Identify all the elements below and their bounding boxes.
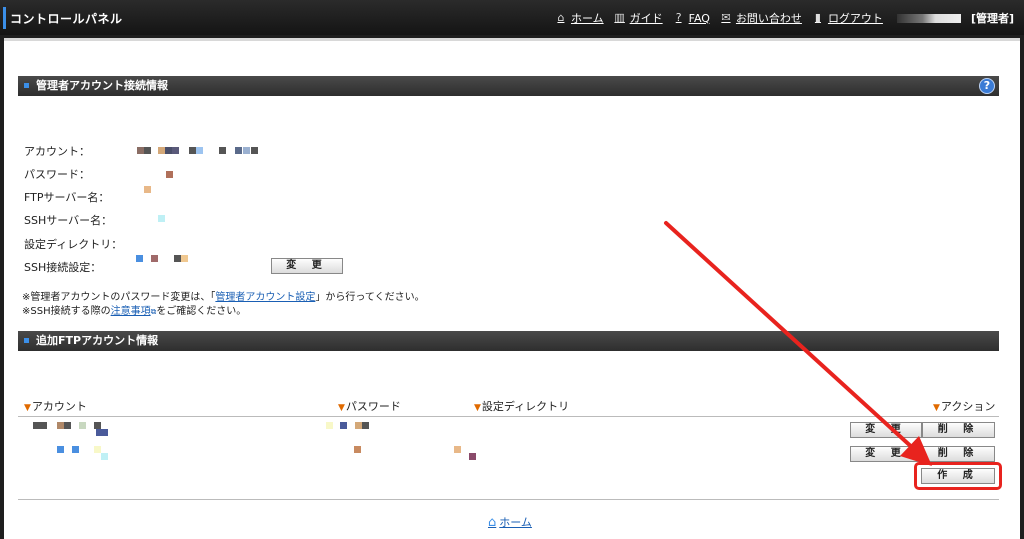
mail-icon: ✉ (721, 11, 731, 24)
help-icon[interactable]: ? (979, 78, 995, 94)
nav-contact-link[interactable]: ✉ お問い合わせ (720, 10, 802, 26)
ssh-caution-note: ※SSH接続する際の注意事項⧉をご確認ください。 (22, 306, 247, 317)
logout-icon: ▮ (814, 11, 821, 24)
footer-home-label: ホーム (499, 516, 532, 529)
nav-guide-label: ガイド (629, 12, 663, 25)
nav-faq-link[interactable]: ? FAQ (673, 12, 710, 25)
top-bar: コントロールパネル ⌂ ホーム ▥ ガイド ? FAQ ✉ お問い合わせ ▮ ロ… (0, 0, 1024, 35)
nav-guide-link[interactable]: ▥ ガイド (614, 10, 663, 26)
home-icon: ⌂ (488, 514, 497, 530)
caution-link[interactable]: 注意事項 (111, 306, 151, 317)
redacted-ssh-server-value (158, 215, 165, 222)
row1-delete-button[interactable]: 削 除 (922, 422, 995, 438)
row1-edit-button[interactable]: 変 更 (850, 422, 922, 438)
user-role-badge: [管理者] (970, 12, 1014, 25)
col-password-header[interactable]: ▼パスワード (338, 398, 401, 414)
ftp-section-title: 追加FTPアカウント情報 (36, 334, 159, 347)
app-title: コントロールパネル (10, 12, 123, 26)
home-icon: ⌂ (557, 11, 565, 24)
admin-section-title: 管理者アカウント接続情報 (36, 79, 168, 92)
section-marker (24, 83, 29, 88)
admin-section-header: 管理者アカウント接続情報 ? (18, 76, 999, 96)
table-header-divider (18, 416, 999, 417)
change-ssh-button[interactable]: 変 更 (271, 258, 343, 274)
nav-logout-link[interactable]: ▮ ログアウト (812, 10, 883, 26)
footer-home-link[interactable]: ⌂ ホーム (488, 514, 532, 530)
col-account-header[interactable]: ▼アカウント (24, 398, 87, 414)
row2-delete-button[interactable]: 削 除 (922, 446, 995, 462)
top-nav: ⌂ ホーム ▥ ガイド ? FAQ ✉ お問い合わせ ▮ ログアウト [管理者] (555, 10, 1014, 26)
col-action-header: ▼アクション (933, 400, 996, 413)
nav-logout-label: ログアウト (827, 12, 883, 25)
nav-faq-label: FAQ (688, 11, 710, 25)
password-change-note: ※管理者アカウントのパスワード変更は、「管理者アカウント設定」から行ってください… (22, 292, 425, 303)
ssh-setting-label: SSH接続設定： (24, 261, 102, 274)
directory-label: 設定ディレクトリ： (24, 238, 123, 251)
book-icon: ▥ (614, 11, 625, 24)
create-button[interactable]: 作 成 (921, 468, 995, 484)
redacted-username (896, 13, 961, 23)
section-marker (24, 338, 29, 343)
brand-mark (3, 7, 6, 29)
password-label: パスワード： (24, 168, 90, 181)
nav-contact-label: お問い合わせ (735, 12, 802, 25)
footer-divider (18, 499, 999, 500)
sort-triangle-icon: ▼ (474, 403, 481, 413)
col-directory-header[interactable]: ▼設定ディレクトリ (474, 398, 569, 414)
sort-triangle-icon: ▼ (338, 403, 345, 413)
nav-home-link[interactable]: ⌂ ホーム (555, 10, 604, 26)
ssh-server-label: SSHサーバー名： (24, 214, 113, 227)
redacted-ftp-server-value (144, 186, 151, 193)
ftp-server-label: FTPサーバー名： (24, 191, 110, 204)
account-label: アカウント： (24, 145, 90, 158)
help-circle-icon: ? (675, 11, 682, 24)
ftp-section-header: 追加FTPアカウント情報 (18, 331, 999, 351)
sort-triangle-icon: ▼ (24, 403, 31, 413)
nav-home-label: ホーム (570, 12, 604, 25)
row2-edit-button[interactable]: 変 更 (850, 446, 922, 462)
sort-triangle-icon: ▼ (933, 403, 940, 413)
redacted-password-value (166, 171, 173, 178)
